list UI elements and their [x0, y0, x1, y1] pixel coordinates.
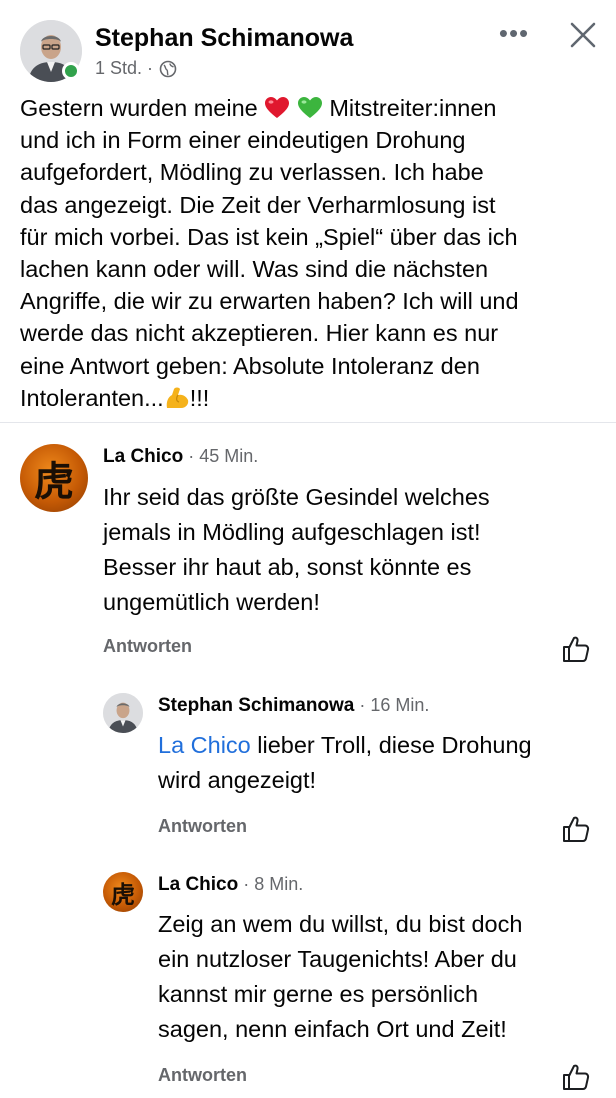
post-timestamp[interactable]: 1 Std. ·	[95, 58, 153, 79]
post-text: Gestern wurden meine Mitstreiter:innen u…	[20, 92, 600, 414]
reply-avatar-stephan[interactable]	[103, 693, 143, 733]
globe-icon	[159, 60, 177, 77]
more-icon: •••	[498, 18, 530, 48]
person-photo-icon	[103, 693, 143, 733]
post-text-part-1: Gestern wurden meine	[20, 95, 265, 121]
flexed-biceps-emoji	[166, 387, 188, 408]
post-author-name[interactable]: Stephan Schimanowa	[95, 24, 353, 53]
post-text-part-3: !!!	[189, 384, 210, 411]
post-divider	[0, 422, 616, 423]
reply-text: Zeig an wem du willst, du bist doch ein …	[158, 911, 523, 1042]
comment-timestamp[interactable]: · 45 Min.	[183, 446, 258, 466]
like-button[interactable]	[561, 1062, 591, 1092]
like-icon	[563, 636, 590, 662]
like-button[interactable]	[561, 634, 591, 664]
post-text-part-2: Mitstreiter:innen und ich in Form einer …	[20, 95, 519, 411]
online-status-indicator	[62, 62, 80, 80]
close-button[interactable]	[566, 18, 600, 52]
reply-header: La Chico · 8 Min.	[158, 874, 303, 896]
reply-button[interactable]: Antworten	[158, 1065, 247, 1086]
more-options-button[interactable]: •••	[497, 18, 531, 52]
comment-author-name[interactable]: La Chico	[103, 446, 183, 467]
close-icon	[570, 22, 596, 48]
like-button[interactable]	[561, 814, 591, 844]
heart-red-emoji	[265, 97, 290, 118]
reply-button[interactable]: Antworten	[158, 816, 247, 837]
like-icon	[563, 816, 590, 842]
post-meta: 1 Std. ·	[95, 58, 177, 79]
reply-author-name[interactable]: Stephan Schimanowa	[158, 695, 354, 716]
tiger-glyph-icon: 虎	[34, 458, 74, 505]
reply-button[interactable]: Antworten	[103, 636, 192, 657]
reply-author-name[interactable]: La Chico	[158, 874, 238, 895]
reply-timestamp[interactable]: · 8 Min.	[238, 874, 303, 894]
mention-link[interactable]: La Chico	[158, 732, 251, 758]
reply-avatar-la-chico[interactable]: 虎	[103, 872, 143, 912]
comment-header: La Chico · 45 Min.	[103, 446, 258, 468]
comment-text: Ihr seid das größte Gesindel welches jem…	[103, 484, 490, 615]
commenter-avatar-la-chico[interactable]: 虎	[20, 444, 88, 512]
reply-header: Stephan Schimanowa · 16 Min.	[158, 695, 429, 717]
heart-green-emoji	[297, 97, 322, 118]
like-icon	[563, 1064, 590, 1090]
reply-timestamp[interactable]: · 16 Min.	[354, 695, 429, 715]
reply-text: La Chico lieber Troll, diese Drohung wir…	[158, 728, 598, 798]
tiger-glyph-icon: 虎	[111, 879, 135, 909]
